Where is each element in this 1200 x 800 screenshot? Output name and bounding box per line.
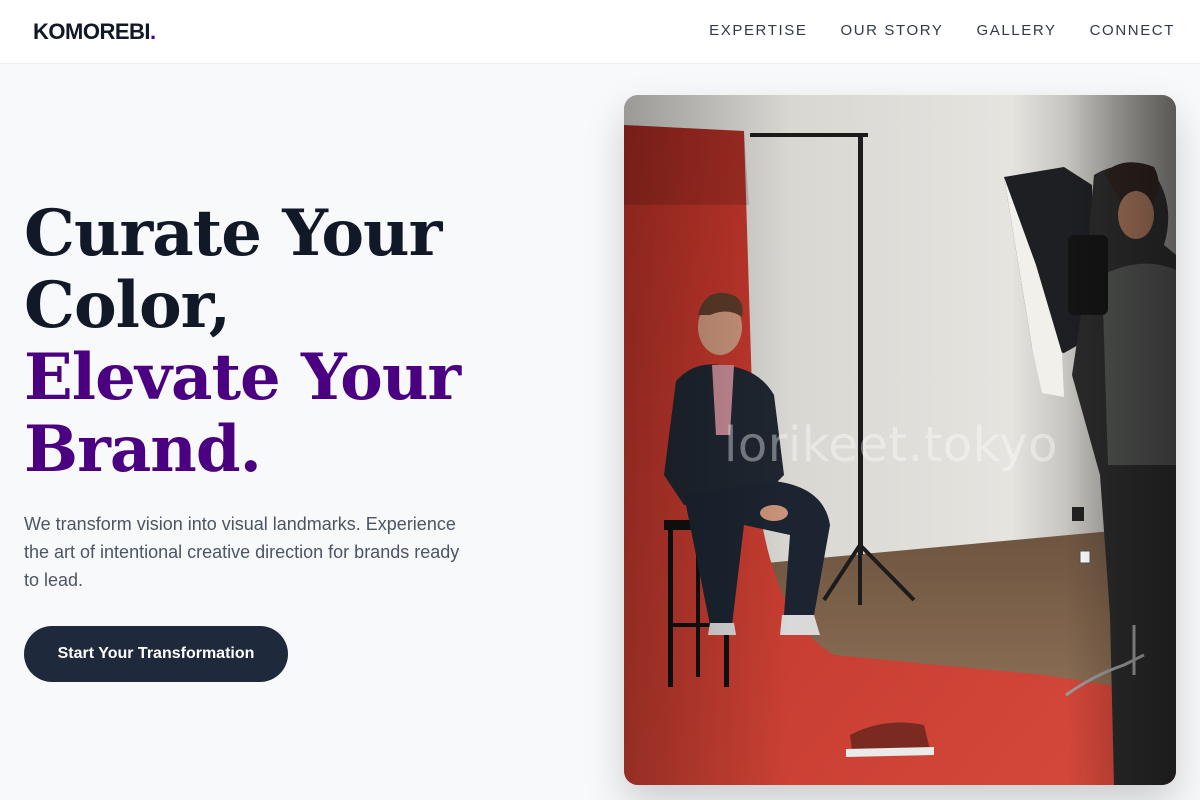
nav-link-our-story[interactable]: OUR STORY xyxy=(840,22,943,39)
photo-watermark: lorikeet.tokyo xyxy=(724,417,1059,473)
headline-line-2: Color, xyxy=(24,268,231,343)
nav-link-gallery[interactable]: GALLERY xyxy=(976,22,1056,39)
headline-line-3: Elevate Your xyxy=(24,340,461,415)
brand-logo[interactable]: KOMOREBI. xyxy=(33,19,156,45)
brand-dot: . xyxy=(150,19,156,44)
nav-link-connect[interactable]: CONNECT xyxy=(1090,22,1175,39)
hero-subtext: We transform vision into visual landmark… xyxy=(24,514,460,590)
headline-line-4: Brand. xyxy=(24,412,262,487)
start-transformation-button[interactable]: Start Your Transformation xyxy=(24,626,288,682)
brand-name: KOMOREBI xyxy=(33,19,151,44)
hero-photo: lorikeet.tokyo xyxy=(624,95,1176,785)
headline-line-1: Curate Your xyxy=(24,196,442,271)
hero-headline: Curate Your Color, Elevate Your Brand. xyxy=(24,198,584,486)
main-nav: EXPERTISE OUR STORY GALLERY CONNECT xyxy=(709,22,1175,39)
nav-link-expertise[interactable]: EXPERTISE xyxy=(709,22,807,39)
site-header: KOMOREBI. EXPERTISE OUR STORY GALLERY CO… xyxy=(0,0,1200,64)
